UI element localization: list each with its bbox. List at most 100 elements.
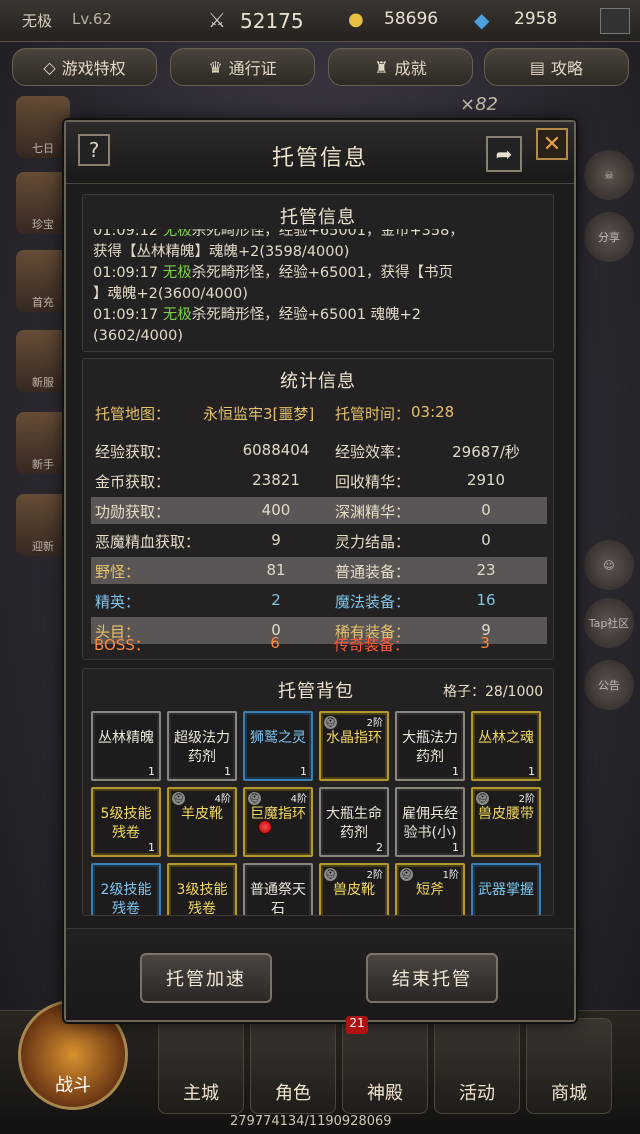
stats-panel: 统计信息 托管地图： 永恒监牢3[噩梦] 托管时间： 03:28 经验获取： 60…	[82, 358, 554, 660]
bag-item-name: 超级法力药剂	[174, 730, 230, 765]
end-auto-button[interactable]: 结束托管	[366, 953, 498, 1003]
stats-row: BOSS： 6 传奇装备： 3	[94, 634, 490, 654]
helmet-icon: ⛑	[172, 792, 185, 805]
event-newbie[interactable]: 新手	[16, 412, 70, 474]
speedup-button[interactable]: 托管加速	[140, 953, 272, 1003]
gem-icon: ◆	[474, 8, 490, 32]
event-first-recharge[interactable]: 首充	[16, 250, 70, 312]
bag-item[interactable]: 5级技能残卷 1	[91, 787, 161, 857]
bag-item[interactable]: 丛林之魂 1	[471, 711, 541, 781]
log-line: (3602/4000)	[93, 328, 184, 344]
bag-item-quantity: 2	[376, 841, 383, 854]
bag-item-name: 巨魔指环	[250, 806, 306, 822]
tab-privileges[interactable]: ◇ 游戏特权	[12, 48, 157, 86]
map-label: 托管地图：	[95, 405, 171, 423]
nav-character[interactable]: 角色	[250, 1018, 336, 1114]
nav-shop[interactable]: 商城	[526, 1018, 612, 1114]
share-side-button[interactable]: 分享	[584, 212, 634, 262]
bag-item[interactable]: 超级法力药剂 1	[167, 711, 237, 781]
bag-panel[interactable]: 托管背包 格子：28/1000 丛林精魄 1 超级法力药剂 1 狮鹫之灵 1 水晶指环 ⛑ 2阶…	[82, 668, 554, 916]
tab-achievements[interactable]: ♜ 成就	[328, 48, 473, 86]
bag-item-name: 丛林精魄	[98, 730, 154, 746]
bag-item-name: 狮鹫之灵	[250, 730, 306, 746]
bag-item-tier: 2阶	[518, 794, 535, 805]
event-new-server[interactable]: 新服	[16, 330, 70, 392]
event-seven-day[interactable]: 七日	[16, 96, 70, 158]
stats-title: 统计信息	[280, 371, 356, 392]
share-arrow-icon[interactable]: ➦	[486, 136, 522, 172]
stats-row: 精英： 2 魔法装备： 16	[95, 591, 496, 611]
event-welcome[interactable]: 迎新	[16, 494, 70, 556]
helmet-icon: ⛑	[400, 868, 413, 881]
log-panel[interactable]: 托管信息 01:09:12 无极杀死畸形怪，经验+65001，金币+358， 获…	[82, 194, 554, 352]
log-line: 01:09:12 无极杀死畸形怪，经验+65001，金币+358，	[93, 229, 464, 239]
bag-item[interactable]: 雇佣兵经验书(小) 1	[395, 787, 465, 857]
combat-power: 52175	[240, 9, 304, 33]
bag-item[interactable]: 羊皮靴 ⛑ 4阶	[167, 787, 237, 857]
bag-slot-count: 格子：28/1000	[443, 684, 544, 700]
bag-item[interactable]: 普通祭天石	[243, 863, 313, 915]
helmet-icon: ⛑	[324, 868, 337, 881]
tab-battle-pass[interactable]: ♛ 通行证	[170, 48, 315, 86]
bag-item-name: 兽皮靴	[333, 882, 375, 898]
bag-item[interactable]: 兽皮靴 ⛑ 2阶	[319, 863, 389, 915]
bag-item-name: 2级技能残卷	[100, 882, 152, 916]
multiplier-text: ×82	[460, 94, 498, 115]
bag-item[interactable]: 大瓶法力药剂 1	[395, 711, 465, 781]
bag-item[interactable]: 水晶指环 ⛑ 2阶	[319, 711, 389, 781]
gold-amount: 58696	[384, 9, 439, 29]
event-treasure[interactable]: 珍宝	[16, 172, 70, 234]
bag-item[interactable]: 武器掌握	[471, 863, 541, 915]
nav-main-city[interactable]: 主城	[158, 1018, 244, 1114]
bag-item[interactable]: 大瓶生命药剂 2	[319, 787, 389, 857]
crown-icon: ♛	[208, 57, 223, 77]
bag-item-name: 丛林之魂	[478, 730, 534, 746]
bag-item[interactable]: 丛林精魄 1	[91, 711, 161, 781]
bag-item[interactable]: 3级技能残卷	[167, 863, 237, 915]
gold-coin-icon: ●	[348, 9, 364, 30]
log-line: 】魂魄+2(3600/4000)	[93, 286, 248, 302]
log-line: 01:09:17 无极杀死畸形怪，经验+65001 魂魄+2	[93, 307, 421, 323]
bag-item-quantity: 1	[224, 765, 231, 778]
bag-item-quantity: 1	[148, 841, 155, 854]
bag-item-quantity: 1	[452, 765, 459, 778]
experience-text: 279774134/1190928069	[230, 1114, 392, 1129]
skull-icon[interactable]: ☠	[584, 150, 634, 200]
helmet-icon: ⛑	[324, 716, 337, 729]
bag-item-name: 大瓶生命药剂	[326, 806, 382, 841]
top-menu-tabs: ◇ 游戏特权 ♛ 通行证 ♜ 成就 ▤ 攻略	[0, 48, 640, 88]
bag-item[interactable]: 短斧 ⛑ 1阶	[395, 863, 465, 915]
bag-item-quantity: 1	[300, 765, 307, 778]
bag-item[interactable]: 狮鹫之灵 1	[243, 711, 313, 781]
bag-item-name: 短斧	[416, 882, 444, 898]
bag-item-quantity: 1	[528, 765, 535, 778]
close-button[interactable]: ✕	[536, 128, 568, 160]
bag-item[interactable]: 2级技能残卷	[91, 863, 161, 916]
book-icon: ▤	[529, 57, 546, 77]
stats-row: 功勋获取： 400 深渊精华： 0	[91, 497, 547, 524]
chat-icon[interactable]: ☺	[584, 540, 634, 590]
dialog-footer: 托管加速 结束托管	[66, 928, 574, 1020]
bag-item-quantity: 1	[148, 765, 155, 778]
bag-item-tier: 4阶	[214, 794, 231, 805]
bag-title: 托管背包	[278, 681, 354, 702]
bag-item-tier: 2阶	[366, 718, 383, 729]
mail-icon[interactable]	[600, 8, 630, 34]
time-label: 托管时间：	[335, 405, 411, 423]
bag-item-tier: 4阶	[290, 794, 307, 805]
bag-item[interactable]: 巨魔指环 ⛑ 4阶	[243, 787, 313, 857]
auto-battle-dialog: ? 托管信息 ➦ ✕ 托管信息 01:09:12 无极杀死畸形怪，经验+6500…	[64, 120, 576, 1022]
tab-guide[interactable]: ▤ 攻略	[484, 48, 629, 86]
tap-community-button[interactable]: Tap社区	[584, 598, 634, 648]
gem-amount: 2958	[514, 9, 558, 29]
stats-row: 经验获取： 6088404 经验效率： 29687/秒	[95, 441, 520, 461]
notification-dot	[258, 820, 272, 834]
bag-item[interactable]: 兽皮腰带 ⛑ 2阶	[471, 787, 541, 857]
nav-activity[interactable]: 活动	[434, 1018, 520, 1114]
announcement-button[interactable]: 公告	[584, 660, 634, 710]
log-scroll[interactable]: 01:09:12 无极杀死畸形怪，经验+65001，金币+358， 获得【丛林精…	[93, 229, 545, 349]
log-line: 获得【丛林精魄】魂魄+2(3598/4000)	[93, 244, 350, 260]
map-value: 永恒监牢3[噩梦]	[203, 405, 315, 423]
bag-item-name: 兽皮腰带	[478, 806, 534, 822]
dialog-header: ? 托管信息 ➦ ✕	[66, 122, 574, 184]
